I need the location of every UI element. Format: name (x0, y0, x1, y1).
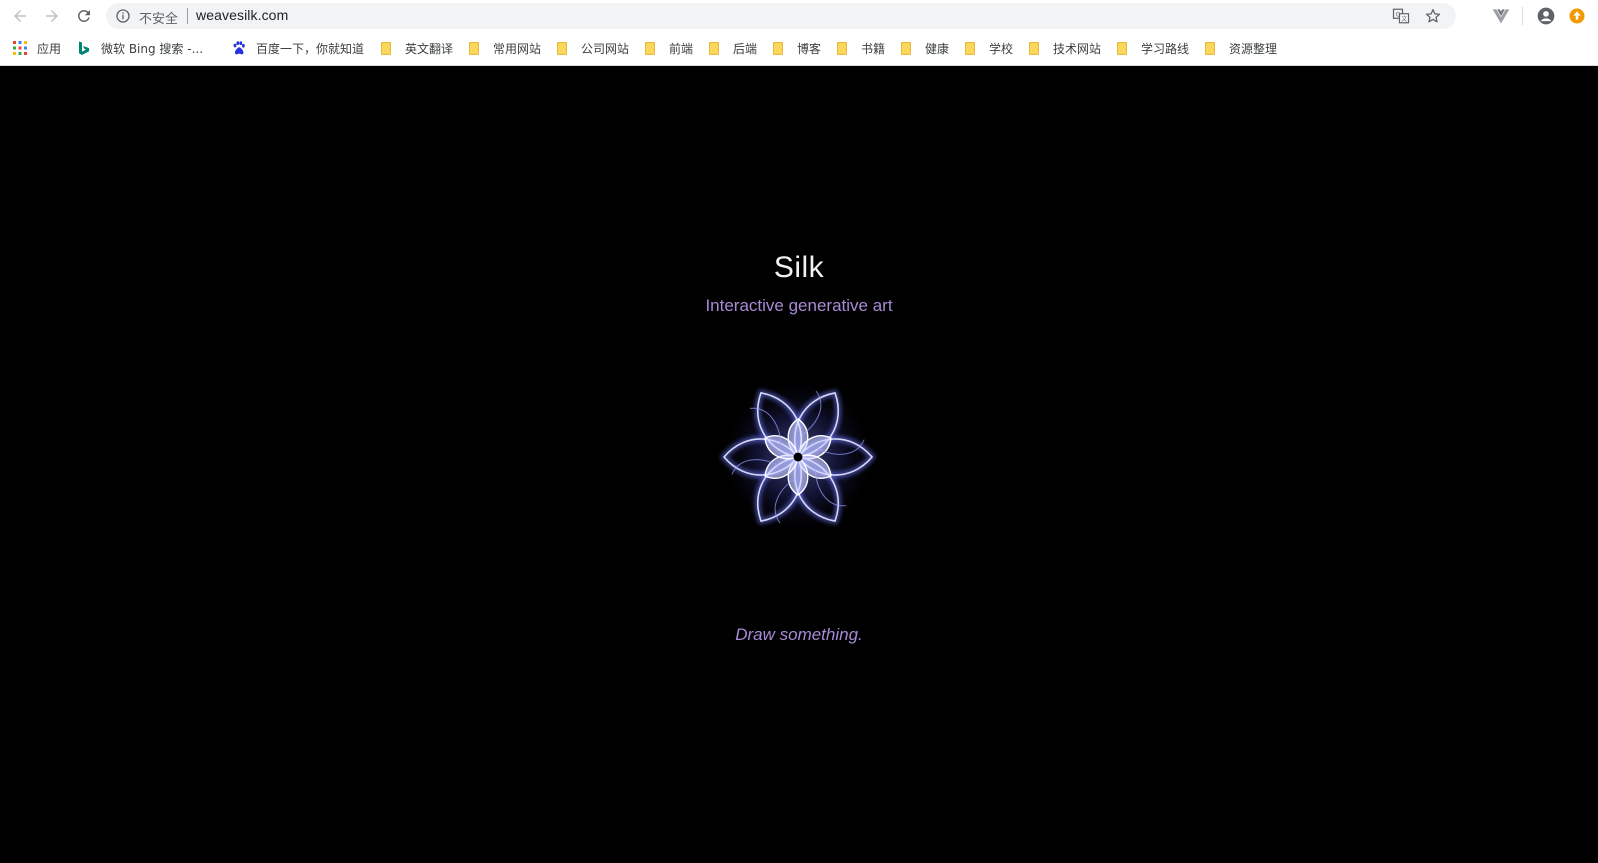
silk-flower-logo (720, 379, 876, 535)
bookmark-folder-health[interactable]: 健康 (901, 38, 949, 58)
arrow-left-icon (14, 10, 26, 22)
art-center (793, 452, 803, 462)
bookmark-folder-roadmap[interactable]: 学习路线 (1117, 38, 1189, 58)
bookmark-label: 技术网站 (1053, 41, 1102, 56)
bookmark-folder-school[interactable]: 学校 (965, 38, 1013, 58)
star-icon[interactable] (1424, 7, 1442, 25)
translate-icon[interactable]: G 文 (1392, 7, 1410, 25)
back-button[interactable] (8, 4, 32, 28)
security-status[interactable]: 不安全 (139, 8, 178, 27)
bing-icon (79, 41, 90, 55)
bookmark-folder-resources[interactable]: 资源整理 (1205, 38, 1277, 58)
browser-toolbar: 不安全 weavesilk.com G 文 (0, 0, 1598, 31)
arrow-right-icon (46, 10, 58, 22)
folder-icon (557, 41, 567, 55)
account-icon[interactable] (1536, 6, 1556, 26)
reload-icon (77, 9, 90, 22)
folder-icon (965, 41, 975, 55)
bookmark-baidu[interactable]: 百度一下，你就知道 (232, 38, 364, 58)
bookmark-label: 微软 Bing 搜索 -... (101, 41, 204, 56)
folder-icon (709, 41, 719, 55)
update-icon[interactable] (1567, 6, 1587, 26)
folder-icon (837, 41, 847, 55)
browser-chrome: 不安全 weavesilk.com G 文 应用 微软 Bing 搜索 -...… (0, 0, 1598, 66)
folder-icon (381, 41, 391, 55)
bookmark-label: 公司网站 (581, 41, 630, 56)
bookmark-label: 常用网站 (493, 41, 542, 56)
bookmark-label: 学习路线 (1141, 41, 1190, 56)
bookmark-bing[interactable]: 微软 Bing 搜索 -... (77, 38, 203, 58)
bookmark-label: 应用 (37, 41, 62, 56)
folder-icon (469, 41, 479, 55)
bookmark-folder-common[interactable]: 常用网站 (469, 38, 541, 58)
bookmark-label: 资源整理 (1229, 41, 1278, 56)
bookmark-apps[interactable]: 应用 (13, 38, 61, 58)
bookmark-label: 百度一下，你就知道 (256, 41, 365, 56)
bookmark-folder-frontend[interactable]: 前端 (645, 38, 693, 58)
bookmark-folder-backend[interactable]: 后端 (709, 38, 757, 58)
apps-grid-icon (13, 41, 27, 55)
toolbar-divider (1522, 7, 1523, 25)
folder-icon (645, 41, 655, 55)
page-title: Silk (773, 251, 825, 284)
reload-button[interactable] (72, 4, 96, 28)
folder-icon (1117, 41, 1127, 55)
info-icon[interactable] (115, 8, 131, 24)
bookmark-label: 博客 (797, 41, 822, 56)
folder-icon (1205, 41, 1215, 55)
vue-extension-icon[interactable] (1491, 6, 1511, 26)
folder-icon (901, 41, 911, 55)
page-subtitle: Interactive generative art (705, 296, 893, 315)
folder-icon (1029, 41, 1039, 55)
address-separator (187, 8, 188, 24)
svg-text:文: 文 (1401, 15, 1407, 23)
bookmark-label: 学校 (989, 41, 1014, 56)
draw-prompt: Draw something. (735, 625, 863, 644)
bookmarks-bar: 应用 微软 Bing 搜索 -... 百度一下，你就知道 英文翻译 常用网站 公… (0, 34, 1598, 62)
bookmark-folder-company[interactable]: 公司网站 (557, 38, 629, 58)
bookmark-label: 健康 (925, 41, 950, 56)
bookmark-label: 前端 (669, 41, 694, 56)
bookmark-label: 英文翻译 (405, 41, 454, 56)
address-bar[interactable]: 不安全 weavesilk.com G 文 (106, 3, 1456, 29)
bookmark-folder-tech[interactable]: 技术网站 (1029, 38, 1101, 58)
bookmark-label: 后端 (733, 41, 758, 56)
bookmark-folder-books[interactable]: 书籍 (837, 38, 885, 58)
folder-icon (773, 41, 783, 55)
bookmark-folder-blog[interactable]: 博客 (773, 38, 821, 58)
bookmark-label: 书籍 (861, 41, 886, 56)
silk-canvas[interactable]: Silk Interactive generative art Draw som… (0, 67, 1598, 863)
bookmark-folder-english[interactable]: 英文翻译 (381, 38, 453, 58)
url-text[interactable]: weavesilk.com (196, 7, 288, 23)
baidu-paw-icon (233, 41, 245, 55)
forward-button[interactable] (40, 4, 64, 28)
